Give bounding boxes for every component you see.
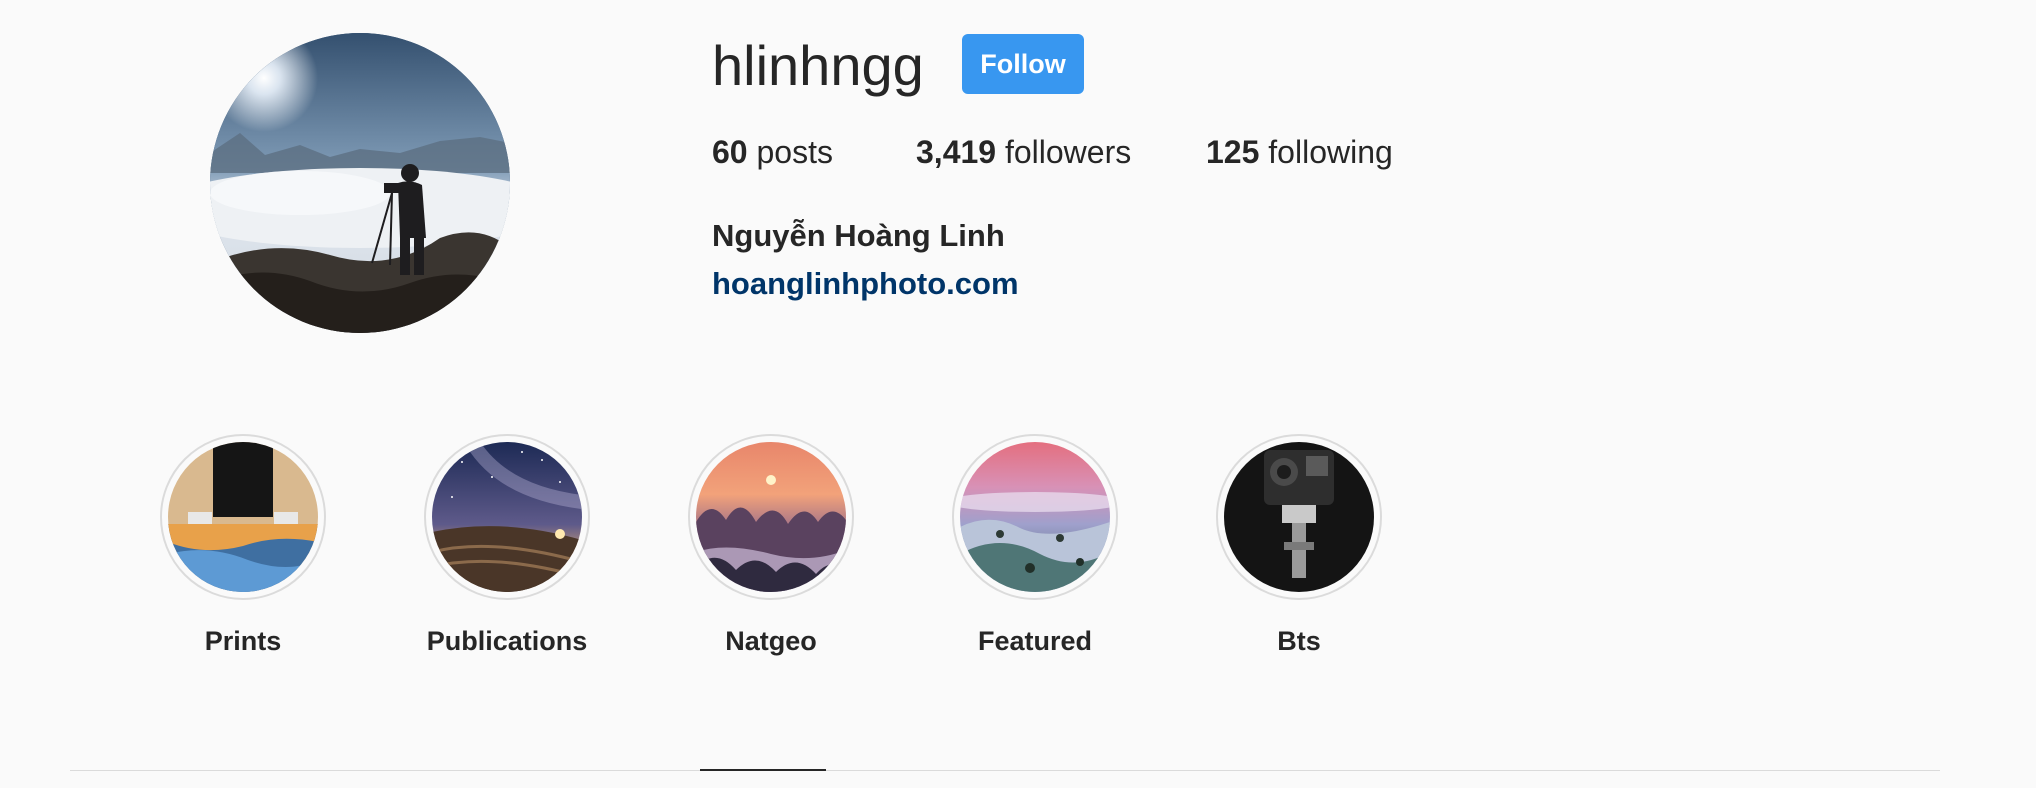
highlight-label[interactable]: Prints: [113, 624, 373, 658]
highlight-thumbnail: [960, 442, 1110, 592]
following-stat[interactable]: 125 following: [1206, 132, 1393, 172]
posts-count: 60: [712, 134, 748, 170]
tabs-divider: [70, 770, 1940, 771]
followers-count: 3,419: [916, 134, 997, 170]
highlight-thumbnail: [168, 442, 318, 592]
highlight-thumbnail: [1224, 442, 1374, 592]
highlight-label[interactable]: Bts: [1169, 624, 1429, 658]
highlight-thumbnail: [696, 442, 846, 592]
profile-avatar[interactable]: [210, 33, 510, 333]
highlight-ring[interactable]: [688, 434, 854, 600]
follow-button[interactable]: Follow: [962, 34, 1084, 94]
following-label: following: [1268, 134, 1393, 170]
highlight-label[interactable]: Natgeo: [641, 624, 901, 658]
profile-website-link[interactable]: hoanglinhphoto.com: [712, 264, 1019, 304]
highlight-ring[interactable]: [424, 434, 590, 600]
followers-label: followers: [1004, 134, 1132, 170]
followers-stat[interactable]: 3,419 followers: [916, 132, 1131, 172]
profile-username: hlinhngg: [712, 34, 924, 97]
profile-full-name: Nguyễn Hoàng Linh: [712, 218, 1005, 253]
highlight-label[interactable]: Featured: [905, 624, 1165, 658]
avatar-photo: [210, 33, 510, 333]
highlight-label[interactable]: Publications: [377, 624, 637, 658]
active-tab-indicator[interactable]: [700, 769, 826, 771]
highlight-ring[interactable]: [160, 434, 326, 600]
highlight-ring[interactable]: [1216, 434, 1382, 600]
highlight-thumbnail: [432, 442, 582, 592]
following-count: 125: [1206, 134, 1260, 170]
highlight-ring[interactable]: [952, 434, 1118, 600]
posts-stat: 60 posts: [712, 132, 833, 172]
posts-label: posts: [756, 134, 833, 170]
